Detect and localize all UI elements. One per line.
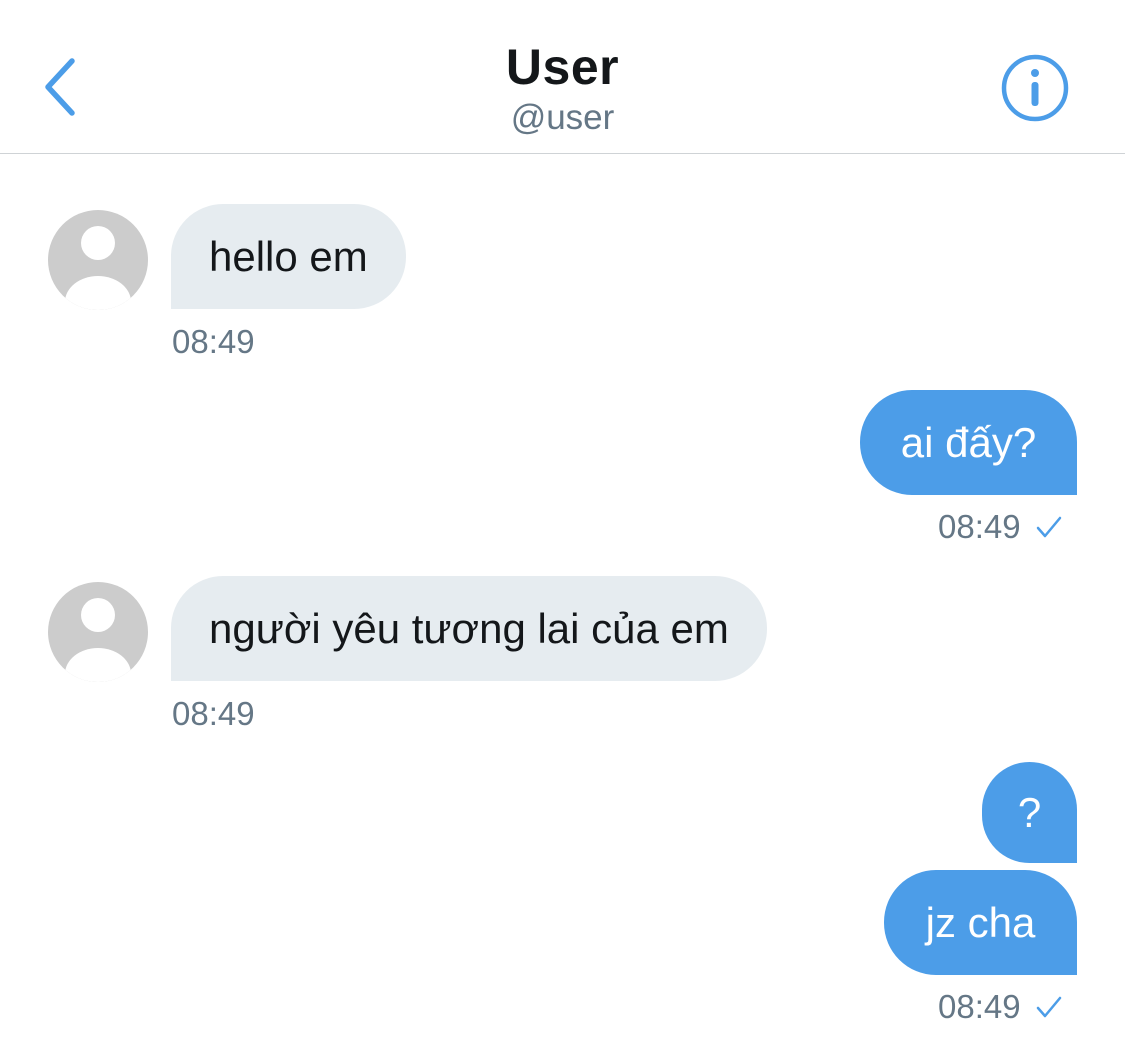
message-text: ? [1017, 788, 1042, 836]
message-bubble-outgoing[interactable]: jz cha [884, 870, 1077, 975]
message-timestamp: 08:49 [172, 695, 255, 732]
message-text: hello em [209, 232, 368, 280]
message-bubble-incoming[interactable]: người yêu tương lai của em [171, 576, 767, 681]
info-circle-icon [1001, 54, 1069, 122]
message-bubble-outgoing[interactable]: ai đấy? [860, 390, 1077, 495]
message-bubble-outgoing[interactable]: ? [982, 762, 1077, 863]
avatar[interactable] [48, 582, 148, 682]
message-meta: 08:49 [938, 508, 1063, 546]
message-bubble-incoming[interactable]: hello em [171, 204, 406, 309]
avatar[interactable] [48, 210, 148, 310]
conversation-header: User @user [0, 0, 1125, 154]
check-icon [1036, 996, 1061, 1018]
message-timestamp: 08:49 [172, 323, 255, 360]
info-button[interactable] [1000, 53, 1070, 123]
default-avatar-icon [48, 582, 148, 682]
conversation-handle: @user [510, 98, 615, 137]
message-meta: 08:49 [938, 988, 1063, 1026]
default-avatar-icon [48, 210, 148, 310]
message-timestamp: 08:49 [938, 988, 1021, 1025]
check-icon [1036, 516, 1061, 538]
message-text: người yêu tương lai của em [209, 604, 729, 652]
message-timestamp: 08:49 [938, 508, 1021, 545]
conversation-title[interactable]: User [0, 38, 1125, 96]
message-text: ai đấy? [900, 418, 1037, 466]
message-text: jz cha [925, 898, 1036, 946]
